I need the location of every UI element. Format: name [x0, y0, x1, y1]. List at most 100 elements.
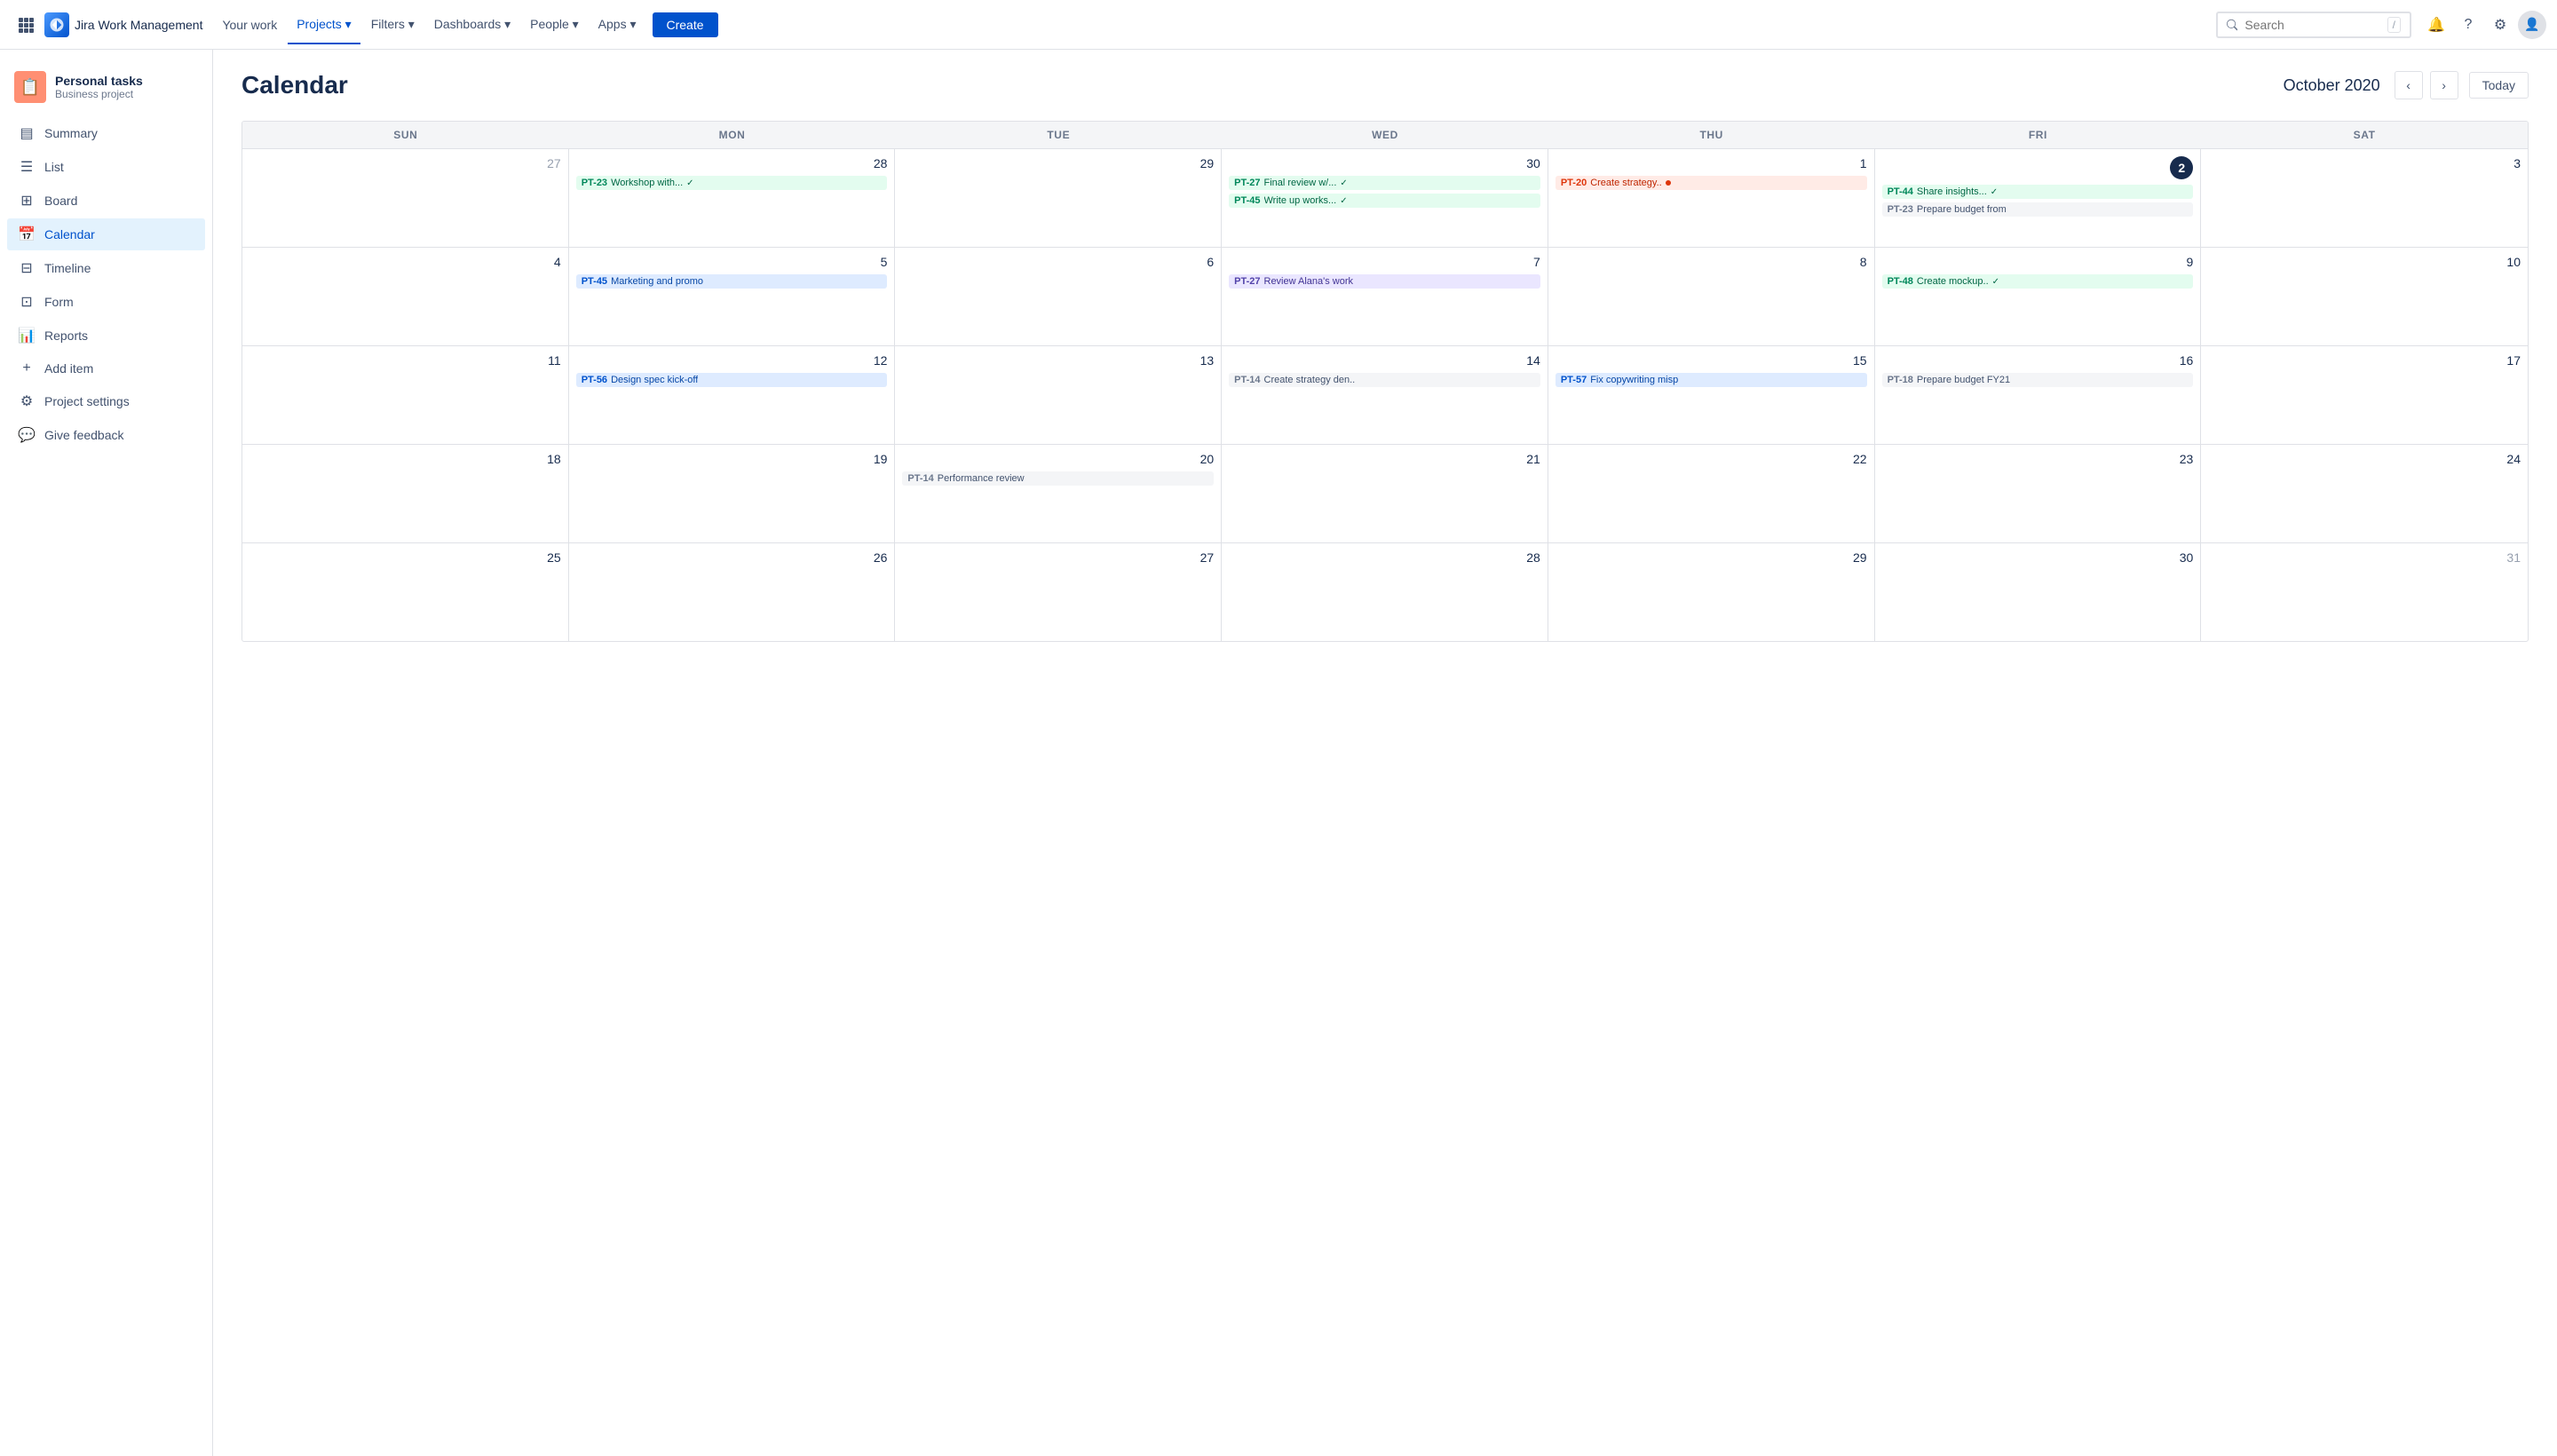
cal-cell-oct23[interactable]: 23 — [1875, 445, 2202, 542]
task-pt48[interactable]: PT-48 Create mockup.. ✓ — [1882, 274, 2194, 289]
task-pt23b[interactable]: PT-23 Prepare budget from — [1882, 202, 2194, 217]
help-icon[interactable]: ? — [2454, 11, 2482, 39]
cal-cell-oct18[interactable]: 18 — [242, 445, 569, 542]
cal-cell-oct14[interactable]: 14 PT-14 Create strategy den.. — [1222, 346, 1548, 444]
date-label: 14 — [1229, 353, 1540, 368]
cal-cell-oct15[interactable]: 15 PT-57 Fix copywriting misp — [1548, 346, 1875, 444]
task-pt45b[interactable]: PT-45 Marketing and promo — [576, 274, 888, 289]
date-label-today: 2 — [2170, 156, 2193, 179]
task-pt44[interactable]: PT-44 Share insights... ✓ — [1882, 185, 2194, 199]
cal-cell-oct25[interactable]: 25 — [242, 543, 569, 641]
cal-cell-oct19[interactable]: 19 — [569, 445, 896, 542]
project-type: Business project — [55, 88, 143, 100]
task-pt56[interactable]: PT-56 Design spec kick-off — [576, 373, 888, 387]
next-month-button[interactable]: › — [2430, 71, 2458, 99]
search-icon — [2227, 18, 2237, 32]
cal-cell-oct30[interactable]: 30 PT-27 Final review w/... ✓ PT-45 Writ… — [1222, 149, 1548, 247]
logo[interactable]: Jira Work Management — [44, 12, 202, 37]
cal-cell-oct11[interactable]: 11 — [242, 346, 569, 444]
date-label: 29 — [902, 156, 1214, 170]
cal-cell-oct31[interactable]: 31 — [2201, 543, 2528, 641]
sidebar-item-form-label: Form — [44, 295, 74, 309]
sidebar-item-give-feedback[interactable]: 💬 Give feedback — [7, 419, 205, 451]
sidebar-item-reports[interactable]: 📊 Reports — [7, 320, 205, 352]
cal-cell-oct28b[interactable]: 28 — [1222, 543, 1548, 641]
date-label: 10 — [2208, 255, 2521, 269]
nav-apps[interactable]: Apps ▾ — [590, 12, 645, 37]
cal-cell-oct12[interactable]: 12 PT-56 Design spec kick-off — [569, 346, 896, 444]
cal-cell-oct16[interactable]: 16 PT-18 Prepare budget FY21 — [1875, 346, 2202, 444]
task-pt57[interactable]: PT-57 Fix copywriting misp — [1556, 373, 1867, 387]
cal-cell-oct7[interactable]: 7 PT-27 Review Alana's work — [1222, 248, 1548, 345]
cal-cell-oct17[interactable]: 17 — [2201, 346, 2528, 444]
cal-cell-oct20[interactable]: 20 PT-14 Performance review — [895, 445, 1222, 542]
cal-cell-oct9[interactable]: 9 PT-48 Create mockup.. ✓ — [1875, 248, 2202, 345]
project-header: 📋 Personal tasks Business project — [0, 64, 212, 117]
notifications-icon[interactable]: 🔔 — [2422, 11, 2450, 39]
sidebar-item-calendar[interactable]: 📅 Calendar — [7, 218, 205, 250]
settings-icon[interactable]: ⚙ — [2486, 11, 2514, 39]
calendar-grid: SUN MON TUE WED THU FRI SAT 27 28 — [241, 121, 2529, 642]
nav-people[interactable]: People ▾ — [521, 12, 588, 37]
prev-month-button[interactable]: ‹ — [2395, 71, 2423, 99]
project-name: Personal tasks — [55, 74, 143, 88]
cal-cell-oct4[interactable]: 4 — [242, 248, 569, 345]
sidebar-item-board[interactable]: ⊞ Board — [7, 185, 205, 217]
main-content: Calendar October 2020 ‹ › Today SUN MON … — [213, 50, 2557, 1456]
cal-cell-oct1[interactable]: 1 PT-20 Create strategy.. — [1548, 149, 1875, 247]
calendar-week: 11 12 PT-56 Design spec kick-off 13 14 — [242, 346, 2528, 445]
day-header-mon: MON — [569, 122, 896, 148]
sidebar-item-summary[interactable]: ▤ Summary — [7, 117, 205, 149]
task-pt14-perf[interactable]: PT-14 Performance review — [902, 471, 1214, 486]
add-item-icon: + — [18, 360, 36, 376]
task-pt20[interactable]: PT-20 Create strategy.. — [1556, 176, 1867, 190]
sidebar-item-form[interactable]: ⊡ Form — [7, 286, 205, 318]
date-label: 27 — [902, 550, 1214, 565]
task-pt45[interactable]: PT-45 Write up works... ✓ — [1229, 194, 1540, 208]
sidebar-item-project-settings[interactable]: ⚙ Project settings — [7, 385, 205, 417]
calendar-week: 18 19 20 PT-14 Performance review 21 — [242, 445, 2528, 543]
cal-cell-oct3[interactable]: 3 — [2201, 149, 2528, 247]
search-bar[interactable]: / — [2216, 12, 2411, 38]
nav-projects[interactable]: Projects ▾ — [288, 12, 360, 37]
cal-cell-oct13[interactable]: 13 — [895, 346, 1222, 444]
task-pt27b[interactable]: PT-27 Review Alana's work — [1229, 274, 1540, 289]
calendar-navigation: October 2020 ‹ › Today — [2284, 71, 2529, 99]
cal-cell-oct22[interactable]: 22 — [1548, 445, 1875, 542]
cal-cell-oct6[interactable]: 6 — [895, 248, 1222, 345]
overdue-dot — [1666, 180, 1671, 186]
date-label: 5 — [576, 255, 888, 269]
cal-cell-oct29b[interactable]: 29 — [1548, 543, 1875, 641]
sidebar-item-list[interactable]: ☰ List — [7, 151, 205, 183]
task-pt27[interactable]: PT-27 Final review w/... ✓ — [1229, 176, 1540, 190]
search-input[interactable] — [2244, 18, 2379, 32]
cal-cell-sep27[interactable]: 27 — [242, 149, 569, 247]
nav-your-work[interactable]: Your work — [213, 12, 286, 37]
task-pt23[interactable]: PT-23 Workshop with... ✓ — [576, 176, 888, 190]
calendar-weeks: 27 28 PT-23 Workshop with... ✓ 29 — [242, 149, 2528, 641]
sidebar-item-add-item[interactable]: + Add item — [7, 353, 205, 384]
cal-cell-oct24[interactable]: 24 — [2201, 445, 2528, 542]
cal-cell-oct30b[interactable]: 30 — [1875, 543, 2202, 641]
cal-cell-oct28[interactable]: 28 PT-23 Workshop with... ✓ — [569, 149, 896, 247]
cal-cell-oct5[interactable]: 5 PT-45 Marketing and promo — [569, 248, 896, 345]
grid-icon[interactable] — [11, 10, 41, 40]
cal-cell-oct26[interactable]: 26 — [569, 543, 896, 641]
sidebar-item-timeline-label: Timeline — [44, 261, 91, 275]
cal-cell-oct2[interactable]: 2 PT-44 Share insights... ✓ PT-23 Prepar… — [1875, 149, 2202, 247]
nav-dashboards[interactable]: Dashboards ▾ — [425, 12, 519, 37]
task-pt14[interactable]: PT-14 Create strategy den.. — [1229, 373, 1540, 387]
nav-filters[interactable]: Filters ▾ — [362, 12, 424, 37]
task-pt18[interactable]: PT-18 Prepare budget FY21 — [1882, 373, 2194, 387]
cal-cell-oct10[interactable]: 10 — [2201, 248, 2528, 345]
date-label: 18 — [249, 452, 561, 466]
sidebar-item-summary-label: Summary — [44, 126, 98, 140]
sidebar-item-timeline[interactable]: ⊟ Timeline — [7, 252, 205, 284]
create-button[interactable]: Create — [653, 12, 718, 37]
cal-cell-oct27[interactable]: 27 — [895, 543, 1222, 641]
avatar[interactable]: 👤 — [2518, 11, 2546, 39]
cal-cell-oct8[interactable]: 8 — [1548, 248, 1875, 345]
cal-cell-oct29[interactable]: 29 — [895, 149, 1222, 247]
today-button[interactable]: Today — [2469, 72, 2529, 99]
cal-cell-oct21[interactable]: 21 — [1222, 445, 1548, 542]
